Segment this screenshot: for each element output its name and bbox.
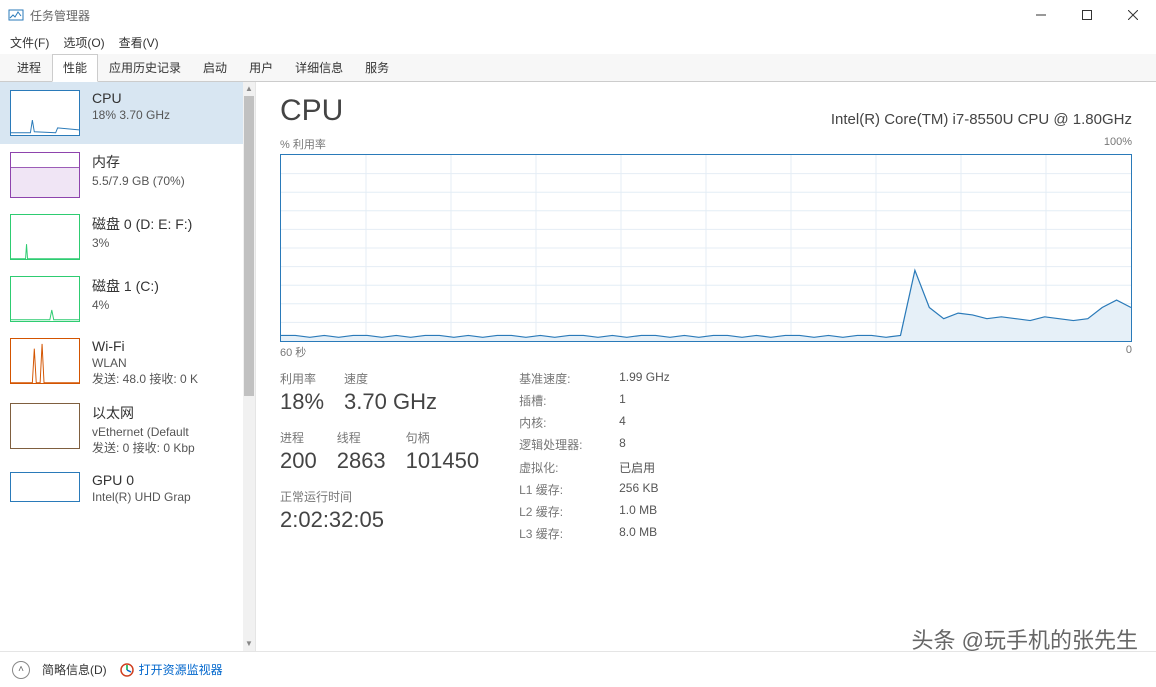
tab-details[interactable]: 详细信息 <box>284 54 354 82</box>
sidebar-item-cpu[interactable]: CPU 18% 3.70 GHz <box>0 82 243 144</box>
sidebar-item-memory[interactable]: 内存 5.5/7.9 GB (70%) <box>0 144 243 206</box>
chart-bottom-left-label: 60 秒 <box>280 344 306 360</box>
kv-val: 已启用 <box>619 459 719 477</box>
kv-key: 插槽: <box>519 392 619 410</box>
tab-services[interactable]: 服务 <box>354 54 400 82</box>
sidebar-item-gpu0[interactable]: GPU 0 Intel(R) UHD Grap <box>0 464 243 512</box>
sidebar-item-wifi[interactable]: Wi-Fi WLAN 发送: 48.0 接收: 0 K <box>0 330 243 395</box>
sidebar-item-subtext2: 发送: 0 接收: 0 Kbp <box>92 439 195 456</box>
sidebar-item-label: GPU 0 <box>92 472 191 488</box>
footer: ˄ 简略信息(D) 打开资源监视器 <box>0 651 1156 687</box>
kv-val: 256 KB <box>619 481 719 499</box>
sidebar-item-label: Wi-Fi <box>92 338 198 354</box>
sidebar: CPU 18% 3.70 GHz 内存 5.5/7.9 GB (70%) <box>0 82 256 651</box>
sidebar-item-label: 磁盘 1 (C:) <box>92 276 159 296</box>
cpu-details-table: 基准速度:1.99 GHz 插槽:1 内核:4 逻辑处理器:8 虚拟化:已启用 … <box>519 370 719 543</box>
minimize-button[interactable] <box>1018 0 1064 30</box>
tab-processes[interactable]: 进程 <box>6 54 52 82</box>
app-icon <box>8 7 24 23</box>
kv-val: 1 <box>619 392 719 410</box>
kv-val: 8.0 MB <box>619 525 719 543</box>
kv-key: 虚拟化: <box>519 459 619 477</box>
handles-value: 101450 <box>406 448 479 474</box>
processes-value: 200 <box>280 448 317 474</box>
utilization-value: 18% <box>280 389 324 415</box>
sidebar-item-disk0[interactable]: 磁盘 0 (D: E: F:) 3% <box>0 206 243 268</box>
kv-val: 8 <box>619 436 719 454</box>
uptime-value: 2:02:32:05 <box>280 507 479 533</box>
resource-monitor-link[interactable]: 打开资源监视器 <box>119 661 223 678</box>
sidebar-item-subtext: vEthernet (Default <box>92 425 195 439</box>
resource-monitor-icon <box>119 662 135 678</box>
sidebar-item-subtext: Intel(R) UHD Grap <box>92 490 191 504</box>
sidebar-item-label: CPU <box>92 90 170 106</box>
scroll-up-icon[interactable]: ▲ <box>243 82 255 96</box>
titlebar: 任务管理器 <box>0 0 1156 30</box>
tab-performance[interactable]: 性能 <box>52 54 98 82</box>
kv-key: L1 缓存: <box>519 481 619 499</box>
tab-startup[interactable]: 启动 <box>192 54 238 82</box>
sidebar-item-subtext: WLAN <box>92 356 198 370</box>
fewer-details-link[interactable]: 简略信息(D) <box>42 661 107 678</box>
sidebar-item-subtext: 3% <box>92 236 192 250</box>
handles-label: 句柄 <box>406 429 479 446</box>
scroll-thumb[interactable] <box>244 96 254 396</box>
kv-key: 内核: <box>519 414 619 432</box>
menu-view[interactable]: 查看(V) <box>119 34 159 51</box>
menu-options[interactable]: 选项(O) <box>63 34 104 51</box>
cpu-chart[interactable] <box>280 154 1132 342</box>
sidebar-item-subtext: 18% 3.70 GHz <box>92 108 170 122</box>
chart-bottom-right-label: 0 <box>1126 344 1132 360</box>
kv-val: 1.99 GHz <box>619 370 719 388</box>
sidebar-item-subtext: 4% <box>92 298 159 312</box>
kv-key: L3 缓存: <box>519 525 619 543</box>
sidebar-item-ethernet[interactable]: 以太网 vEthernet (Default 发送: 0 接收: 0 Kbp <box>0 395 243 464</box>
uptime-label: 正常运行时间 <box>280 488 479 505</box>
maximize-button[interactable] <box>1064 0 1110 30</box>
scroll-down-icon[interactable]: ▼ <box>243 637 255 651</box>
close-button[interactable] <box>1110 0 1156 30</box>
utilization-label: 利用率 <box>280 370 324 387</box>
threads-label: 线程 <box>337 429 386 446</box>
speed-value: 3.70 GHz <box>344 389 437 415</box>
page-title: CPU <box>280 94 343 128</box>
sidebar-item-label: 以太网 <box>92 403 195 423</box>
main: CPU 18% 3.70 GHz 内存 5.5/7.9 GB (70%) <box>0 82 1156 651</box>
tab-app-history[interactable]: 应用历史记录 <box>98 54 192 82</box>
kv-val: 4 <box>619 414 719 432</box>
chart-top-right-label: 100% <box>1104 136 1132 152</box>
tabbar: 进程 性能 应用历史记录 启动 用户 详细信息 服务 <box>0 54 1156 82</box>
threads-value: 2863 <box>337 448 386 474</box>
fewer-details-icon[interactable]: ˄ <box>12 661 30 679</box>
speed-label: 速度 <box>344 370 437 387</box>
window-title: 任务管理器 <box>30 7 1018 24</box>
chart-top-left-label: % 利用率 <box>280 136 326 152</box>
sidebar-item-label: 磁盘 0 (D: E: F:) <box>92 214 192 234</box>
cpu-model: Intel(R) Core(TM) i7-8550U CPU @ 1.80GHz <box>831 111 1132 128</box>
tab-users[interactable]: 用户 <box>238 54 284 82</box>
processes-label: 进程 <box>280 429 317 446</box>
kv-key: 基准速度: <box>519 370 619 388</box>
sidebar-item-disk1[interactable]: 磁盘 1 (C:) 4% <box>0 268 243 330</box>
menubar: 文件(F) 选项(O) 查看(V) <box>0 30 1156 54</box>
kv-val: 1.0 MB <box>619 503 719 521</box>
window-controls <box>1018 0 1156 30</box>
content-pane: CPU Intel(R) Core(TM) i7-8550U CPU @ 1.8… <box>256 82 1156 651</box>
sidebar-item-subtext: 5.5/7.9 GB (70%) <box>92 174 185 188</box>
menu-file[interactable]: 文件(F) <box>10 34 49 51</box>
sidebar-scrollbar[interactable]: ▲ ▼ <box>243 82 255 651</box>
sidebar-item-label: 内存 <box>92 152 185 172</box>
kv-key: L2 缓存: <box>519 503 619 521</box>
sidebar-item-subtext2: 发送: 48.0 接收: 0 K <box>92 370 198 387</box>
kv-key: 逻辑处理器: <box>519 436 619 454</box>
